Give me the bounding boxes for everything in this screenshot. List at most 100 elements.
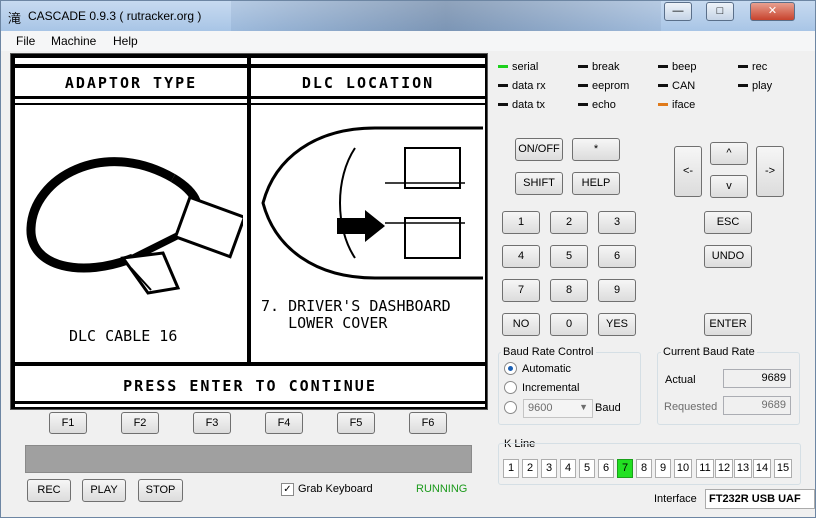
progress-bar bbox=[25, 445, 472, 473]
break-label: break bbox=[592, 61, 620, 73]
status-text: RUNNING bbox=[416, 483, 468, 495]
adaptor-caption: DLC CABLE 16 bbox=[69, 327, 178, 345]
divider bbox=[15, 96, 247, 99]
actual-baud-field: 9689 bbox=[723, 369, 791, 388]
f1-button[interactable]: F1 bbox=[49, 412, 87, 434]
digit-3-button[interactable]: 3 bbox=[598, 211, 636, 234]
digit-4-button[interactable]: 4 bbox=[502, 245, 540, 268]
f4-button[interactable]: F4 bbox=[265, 412, 303, 434]
f6-button[interactable]: F6 bbox=[409, 412, 447, 434]
menu-help[interactable]: Help bbox=[113, 34, 138, 48]
digit-1-button[interactable]: 1 bbox=[502, 211, 540, 234]
grab-keyboard-checkbox[interactable]: ✓ bbox=[281, 483, 294, 496]
play-led bbox=[738, 84, 748, 87]
dlc-cable-illustration bbox=[26, 157, 243, 295]
dlc-location-panel: DLC LOCATION 7. DRIVER'S DASHBOARD LOWER… bbox=[251, 58, 485, 362]
interface-field: FT232R USB UAF bbox=[705, 489, 815, 509]
k-line-cell-7: 7 bbox=[617, 459, 633, 478]
minimize-button[interactable]: — bbox=[664, 2, 692, 21]
help-button[interactable]: HELP bbox=[572, 172, 620, 195]
baud-select-radio[interactable] bbox=[504, 401, 517, 414]
window-title: CASCADE 0.9.3 ( rutracker.org ) bbox=[28, 9, 202, 23]
digit-2-button[interactable]: 2 bbox=[550, 211, 588, 234]
echo-label: echo bbox=[592, 99, 616, 111]
eeprom-led bbox=[578, 84, 588, 87]
divider bbox=[15, 64, 247, 68]
title-background bbox=[231, 1, 661, 31]
menu-bar: File Machine Help bbox=[1, 31, 815, 51]
app-window: 滝 CASCADE 0.9.3 ( rutracker.org ) — □ ✕ … bbox=[0, 0, 816, 518]
left-arrow-button[interactable]: <- bbox=[674, 146, 702, 197]
enter-button[interactable]: ENTER bbox=[704, 313, 752, 336]
break-led bbox=[578, 65, 588, 68]
beep-label: beep bbox=[672, 61, 697, 73]
k-line-cell-2: 2 bbox=[522, 459, 538, 478]
f5-button[interactable]: F5 bbox=[337, 412, 375, 434]
undo-button[interactable]: UNDO bbox=[704, 245, 752, 268]
dlc-location-heading: DLC LOCATION bbox=[301, 74, 435, 92]
echo-led bbox=[578, 103, 588, 106]
dlc-location-caption: 7. DRIVER'S DASHBOARD LOWER COVER bbox=[261, 297, 451, 332]
baud-rate-control-title: Baud Rate Control bbox=[501, 346, 596, 358]
digit-8-button[interactable]: 8 bbox=[550, 279, 588, 302]
menu-file[interactable]: File bbox=[16, 34, 35, 48]
on-off-button[interactable]: ON/OFF bbox=[515, 138, 563, 161]
screen-footer: PRESS ENTER TO CONTINUE bbox=[15, 366, 485, 407]
play-button[interactable]: PLAY bbox=[82, 479, 126, 502]
can-led bbox=[658, 84, 668, 87]
divider bbox=[15, 401, 485, 404]
right-arrow-button[interactable]: -> bbox=[756, 146, 784, 197]
incremental-radio[interactable] bbox=[504, 381, 517, 394]
actual-label: Actual bbox=[665, 374, 696, 386]
up-arrow-button[interactable]: ^ bbox=[710, 142, 748, 165]
data-tx-label: data tx bbox=[512, 99, 546, 111]
divider bbox=[251, 103, 485, 105]
down-arrow-button[interactable]: v bbox=[710, 175, 748, 198]
adaptor-type-heading: ADAPTOR TYPE bbox=[64, 74, 198, 92]
can-label: CAN bbox=[672, 80, 696, 92]
baud-select-value: 9600 bbox=[528, 402, 553, 414]
digit-7-button[interactable]: 7 bbox=[502, 279, 540, 302]
automatic-radio[interactable] bbox=[504, 362, 517, 375]
k-line-cell-3: 3 bbox=[541, 459, 557, 478]
digit-9-button[interactable]: 9 bbox=[598, 279, 636, 302]
f2-button[interactable]: F2 bbox=[121, 412, 159, 434]
k-line-cell-11: 11 bbox=[696, 459, 714, 478]
f3-button[interactable]: F3 bbox=[193, 412, 231, 434]
rec-button[interactable]: REC bbox=[27, 479, 71, 502]
esc-button[interactable]: ESC bbox=[704, 211, 752, 234]
incremental-label: Incremental bbox=[522, 382, 580, 394]
k-line-cell-12: 12 bbox=[715, 459, 733, 478]
menu-machine[interactable]: Machine bbox=[51, 34, 96, 48]
digit-5-button[interactable]: 5 bbox=[550, 245, 588, 268]
digit-6-button[interactable]: 6 bbox=[598, 245, 636, 268]
star-button[interactable]: * bbox=[572, 138, 620, 161]
k-line-cell-9: 9 bbox=[655, 459, 671, 478]
beep-led bbox=[658, 65, 668, 68]
stop-button[interactable]: STOP bbox=[138, 479, 183, 502]
k-line-cell-1: 1 bbox=[503, 459, 519, 478]
no-button[interactable]: NO bbox=[502, 313, 540, 336]
k-line-cell-15: 15 bbox=[774, 459, 792, 478]
k-line-cell-5: 5 bbox=[579, 459, 595, 478]
k-line-cell-6: 6 bbox=[598, 459, 614, 478]
divider bbox=[251, 64, 485, 68]
k-line-cell-14: 14 bbox=[753, 459, 771, 478]
car-interior-illustration bbox=[261, 126, 483, 280]
play-label: play bbox=[752, 80, 773, 92]
maximize-button[interactable]: □ bbox=[706, 2, 734, 21]
digit-0-button[interactable]: 0 bbox=[550, 313, 588, 336]
shift-button[interactable]: SHIFT bbox=[515, 172, 563, 195]
grab-keyboard-label: Grab Keyboard bbox=[298, 483, 373, 495]
interface-label: Interface bbox=[654, 493, 697, 505]
adaptor-panel: ADAPTOR TYPE DLC CABLE 16 bbox=[15, 58, 247, 362]
rec-led bbox=[738, 65, 748, 68]
close-button[interactable]: ✕ bbox=[750, 2, 795, 21]
yes-button[interactable]: YES bbox=[598, 313, 636, 336]
k-line-cell-10: 10 bbox=[674, 459, 692, 478]
k-line-cell-4: 4 bbox=[560, 459, 576, 478]
requested-label: Requested bbox=[664, 401, 718, 413]
tester-screen[interactable]: ADAPTOR TYPE DLC CABLE 16 DLC LOCATION 7… bbox=[10, 53, 488, 410]
data-rx-led bbox=[498, 84, 508, 87]
baud-select[interactable]: 9600 ▼ bbox=[523, 399, 593, 418]
